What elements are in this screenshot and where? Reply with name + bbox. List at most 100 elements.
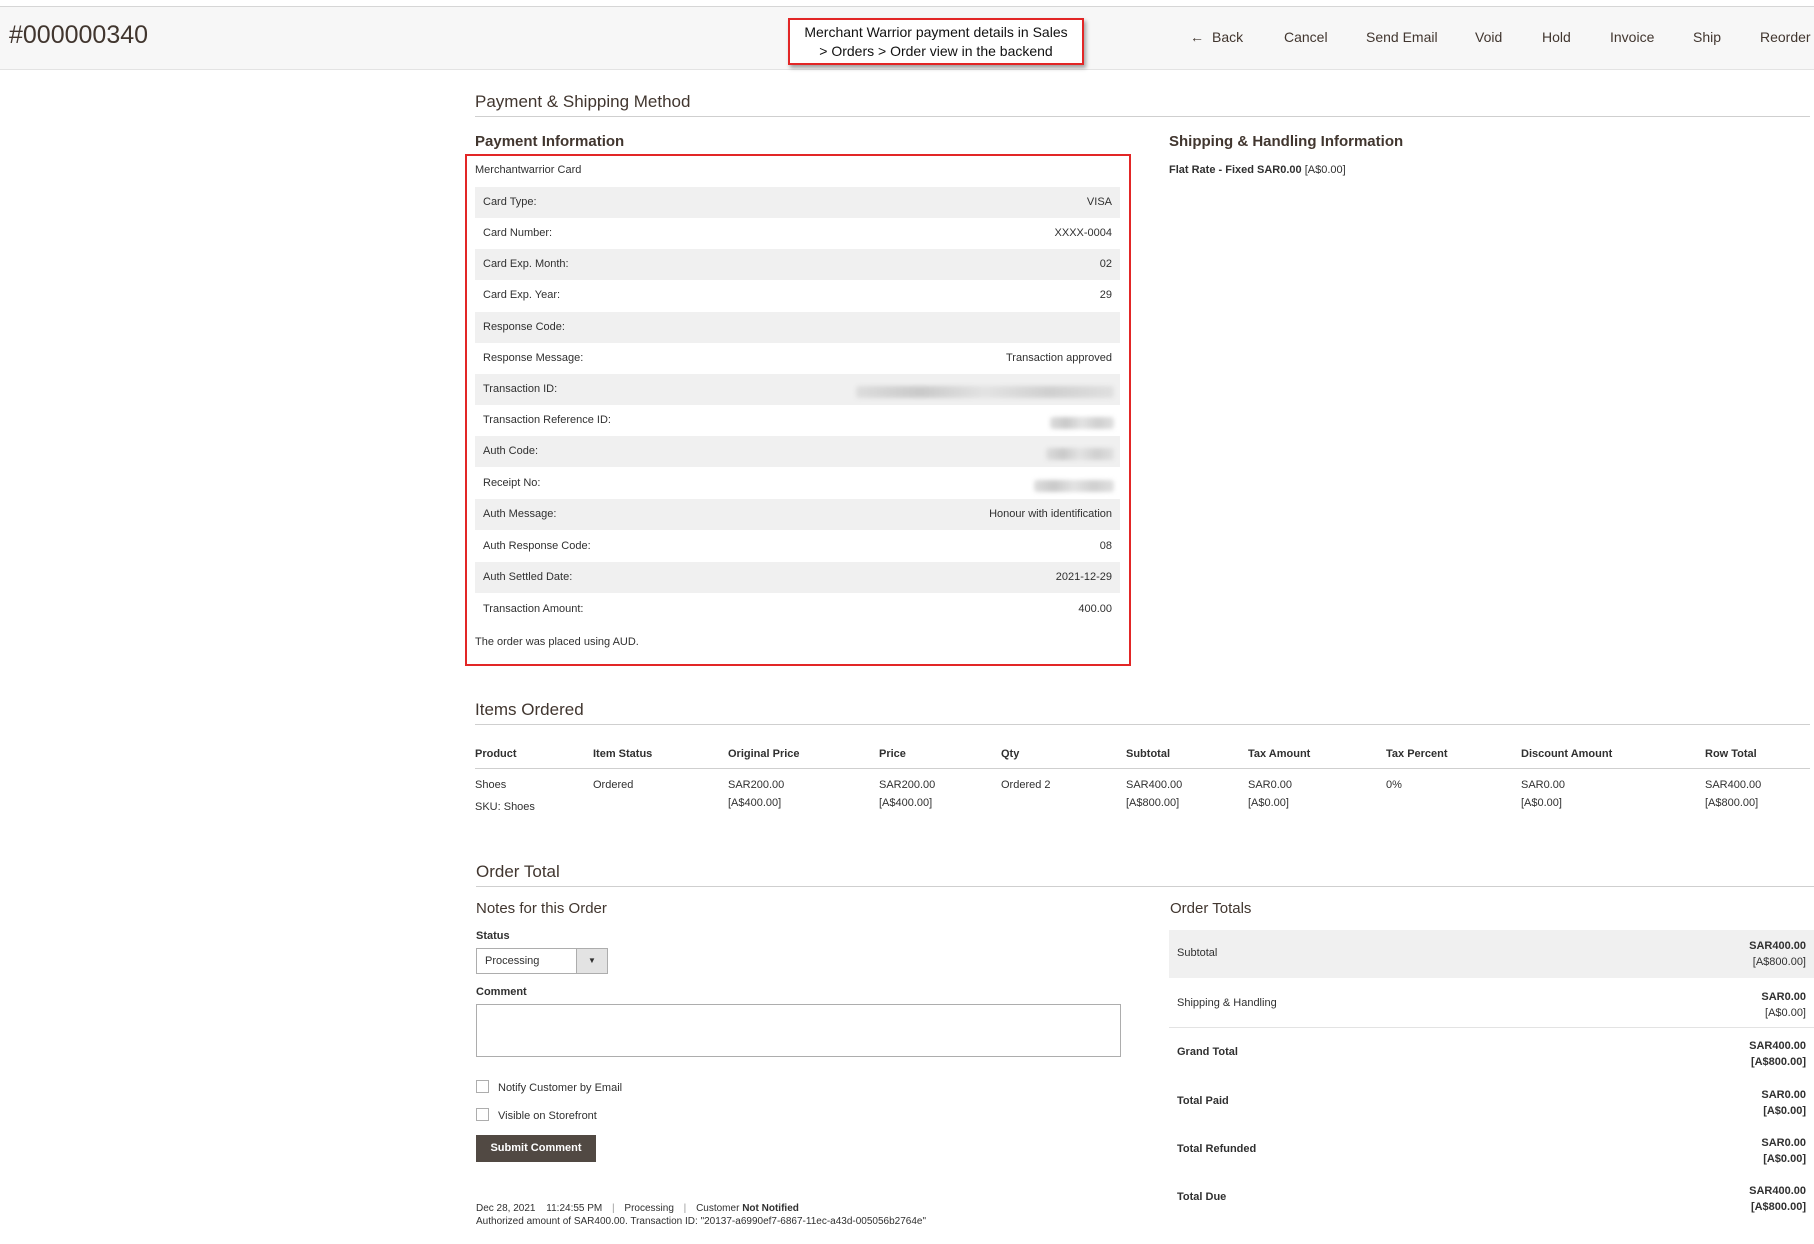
send-email-button[interactable]: Send Email xyxy=(1366,29,1438,45)
totals-base: [A$800.00] xyxy=(1750,1201,1806,1213)
arrow-left-icon: ← xyxy=(1190,29,1204,45)
status-label: Status xyxy=(476,930,510,942)
comment-textarea[interactable] xyxy=(476,1004,1121,1057)
totals-value: SAR0.00 [A$0.00] xyxy=(1761,1135,1806,1167)
totals-row-grand-total: Grand Total SAR400.00 [A$800.00] xyxy=(1169,1028,1814,1076)
invoice-button[interactable]: Invoice xyxy=(1610,29,1654,45)
separator: | xyxy=(612,1203,615,1214)
void-button[interactable]: Void xyxy=(1475,29,1502,45)
subtotal-base: [A$800.00] xyxy=(1126,797,1180,809)
page-title: #000000340 xyxy=(9,21,149,49)
notes-title: Notes for this Order xyxy=(476,900,607,917)
discount-base: [A$0.00] xyxy=(1521,797,1562,809)
back-button[interactable]: ← Back xyxy=(1190,29,1243,45)
redacted-value xyxy=(1034,480,1114,492)
column-header-row-total: Row Total xyxy=(1705,748,1757,760)
original-price-base: [A$400.00] xyxy=(728,797,782,809)
shipping-method-base: [A$0.00] xyxy=(1304,164,1346,176)
order-total-section-title: Order Total xyxy=(476,862,560,881)
column-header-subtotal: Subtotal xyxy=(1126,748,1170,760)
shipping-information-title: Shipping & Handling Information xyxy=(1169,133,1404,150)
reorder-button[interactable]: Reorder xyxy=(1760,29,1811,45)
column-header-status: Item Status xyxy=(593,748,653,760)
totals-value: SAR0.00 [A$0.00] xyxy=(1761,1087,1806,1119)
original-price-value: SAR200.00 xyxy=(728,779,785,791)
column-header-tax-amount: Tax Amount xyxy=(1248,748,1311,760)
submit-comment-button[interactable]: Submit Comment xyxy=(476,1135,596,1162)
detail-value: 02 xyxy=(1099,258,1112,270)
totals-base: [A$0.00] xyxy=(1763,1153,1806,1165)
visible-storefront-checkbox[interactable]: Visible on Storefront xyxy=(476,1108,597,1122)
totals-value: SAR400.00 [A$800.00] xyxy=(1749,1038,1806,1070)
subtotal-value: SAR400.00 xyxy=(1126,779,1183,791)
detail-value: VISA xyxy=(1086,196,1112,208)
annotation-callout: Merchant Warrior payment details in Sale… xyxy=(788,18,1084,65)
cell-row-total: SAR400.00 [A$800.00] xyxy=(1705,776,1761,812)
comment-label: Comment xyxy=(476,986,527,998)
totals-row-subtotal: Subtotal SAR400.00 [A$800.00] xyxy=(1169,930,1814,978)
section-divider xyxy=(476,886,1814,887)
notify-customer-checkbox[interactable]: Notify Customer by Email xyxy=(476,1080,622,1094)
cell-tax-amount: SAR0.00 [A$0.00] xyxy=(1248,776,1292,812)
checkbox-icon[interactable] xyxy=(476,1108,489,1121)
discount-value: SAR0.00 xyxy=(1521,779,1566,791)
visible-storefront-label: Visible on Storefront xyxy=(498,1110,597,1122)
column-header-product: Product xyxy=(475,748,517,760)
history-customer-label: Customer xyxy=(696,1203,740,1214)
cancel-button[interactable]: Cancel xyxy=(1284,29,1328,45)
payment-detail-row: Auth Response Code: 08 xyxy=(475,531,1120,562)
totals-row-total-due: Total Due SAR400.00 [A$800.00] xyxy=(1169,1173,1814,1221)
tax-amount-value: SAR0.00 xyxy=(1248,779,1293,791)
row-total-base: [A$800.00] xyxy=(1705,797,1759,809)
payment-detail-row: Card Exp. Year: 29 xyxy=(475,280,1120,311)
payment-detail-row: Transaction Amount: 400.00 xyxy=(475,594,1120,625)
redacted-value xyxy=(1046,448,1114,460)
shipping-method: Flat Rate - Fixed SAR0.00 [A$0.00] xyxy=(1169,164,1346,176)
ship-button[interactable]: Ship xyxy=(1693,29,1721,45)
payment-detail-row: Card Type: VISA xyxy=(475,187,1120,218)
checkbox-icon[interactable] xyxy=(476,1080,489,1093)
items-ordered-section-title: Items Ordered xyxy=(475,700,584,719)
payment-detail-row: Transaction Reference ID: xyxy=(475,405,1120,436)
totals-amount: SAR400.00 xyxy=(1749,1185,1806,1197)
totals-value: SAR0.00 [A$0.00] xyxy=(1761,989,1806,1021)
totals-base: [A$800.00] xyxy=(1752,956,1806,968)
hold-button[interactable]: Hold xyxy=(1542,29,1571,45)
totals-value: SAR400.00 [A$800.00] xyxy=(1749,1183,1806,1215)
column-header-tax-percent: Tax Percent xyxy=(1386,748,1448,760)
detail-label: Card Exp. Month: xyxy=(483,258,569,270)
history-date: Dec 28, 2021 xyxy=(476,1203,536,1214)
row-total-value: SAR400.00 xyxy=(1705,779,1762,791)
order-totals-title: Order Totals xyxy=(1170,900,1252,917)
totals-label: Total Paid xyxy=(1177,1095,1229,1107)
detail-label: Transaction Amount: xyxy=(483,603,584,615)
totals-amount: SAR400.00 xyxy=(1749,1040,1806,1052)
detail-label: Auth Response Code: xyxy=(483,540,591,552)
cell-discount: SAR0.00 [A$0.00] xyxy=(1521,776,1565,812)
column-header-discount: Discount Amount xyxy=(1521,748,1613,760)
detail-value: Honour with identification xyxy=(989,508,1112,520)
history-time: 11:24:55 PM xyxy=(546,1203,603,1214)
back-button-label: Back xyxy=(1212,29,1244,45)
detail-label: Receipt No: xyxy=(483,477,541,489)
totals-label: Total Due xyxy=(1177,1191,1227,1203)
detail-label: Card Number: xyxy=(483,227,553,239)
product-name: Shoes xyxy=(475,779,507,791)
payment-detail-row: Response Code: xyxy=(475,312,1120,343)
annotation-line-2: > Orders > Order view in the backend xyxy=(819,43,1053,59)
payment-detail-row: Card Exp. Month: 02 xyxy=(475,249,1120,280)
totals-value: SAR400.00 [A$800.00] xyxy=(1749,938,1806,970)
payment-detail-row: Receipt No: xyxy=(475,468,1120,499)
cell-original-price: SAR200.00 [A$400.00] xyxy=(728,776,784,812)
totals-row-total-refunded: Total Refunded SAR0.00 [A$0.00] xyxy=(1169,1125,1814,1173)
detail-label: Response Message: xyxy=(483,352,584,364)
history-comment: Authorized amount of SAR400.00. Transact… xyxy=(476,1216,927,1227)
chevron-down-icon[interactable]: ▼ xyxy=(576,949,607,973)
column-header-original-price: Original Price xyxy=(728,748,800,760)
status-select[interactable]: Processing ▼ xyxy=(476,948,608,974)
detail-label: Transaction Reference ID: xyxy=(483,414,611,426)
payment-method-name: Merchantwarrior Card xyxy=(475,164,582,176)
shipping-method-name: Flat Rate - Fixed SAR0.00 xyxy=(1169,164,1302,176)
totals-label: Subtotal xyxy=(1177,947,1218,959)
totals-row-shipping: Shipping & Handling SAR0.00 [A$0.00] xyxy=(1169,979,1814,1027)
